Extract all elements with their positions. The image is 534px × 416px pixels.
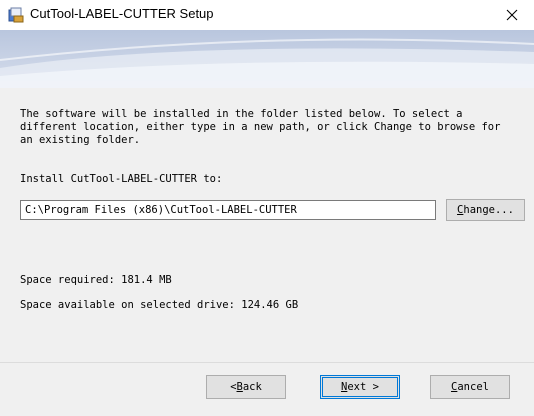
setup-window: CutTool-LABEL-CUTTER Setup The software … (0, 0, 534, 416)
close-icon (506, 9, 518, 21)
space-required: Space required: 181.4 MB (20, 274, 172, 286)
back-button-label: ack (242, 381, 262, 393)
header-banner (0, 30, 534, 88)
cancel-button-label: ancel (457, 381, 489, 393)
install-path-field[interactable]: C:\Program Files (x86)\CutTool-LABEL-CUT… (20, 200, 436, 220)
installer-app-icon (8, 7, 24, 23)
main-content: The software will be installed in the fo… (0, 88, 534, 362)
install-location-label: Install CutTool-LABEL-CUTTER to: (20, 173, 223, 185)
install-description: The software will be installed in the fo… (20, 108, 501, 146)
change-button-label: hange... (463, 204, 514, 216)
banner-art (0, 30, 534, 88)
space-available: Space available on selected drive: 124.4… (20, 299, 299, 311)
title-bar: CutTool-LABEL-CUTTER Setup (0, 0, 534, 30)
back-button[interactable]: < Back (206, 375, 286, 399)
footer-divider (0, 362, 534, 363)
close-button[interactable] (490, 0, 534, 30)
window-title: CutTool-LABEL-CUTTER Setup (30, 6, 214, 21)
cancel-button[interactable]: Cancel (430, 375, 510, 399)
next-button[interactable]: Next > (320, 375, 400, 399)
next-button-label: ext > (347, 381, 379, 393)
change-button[interactable]: Change... (446, 199, 525, 221)
